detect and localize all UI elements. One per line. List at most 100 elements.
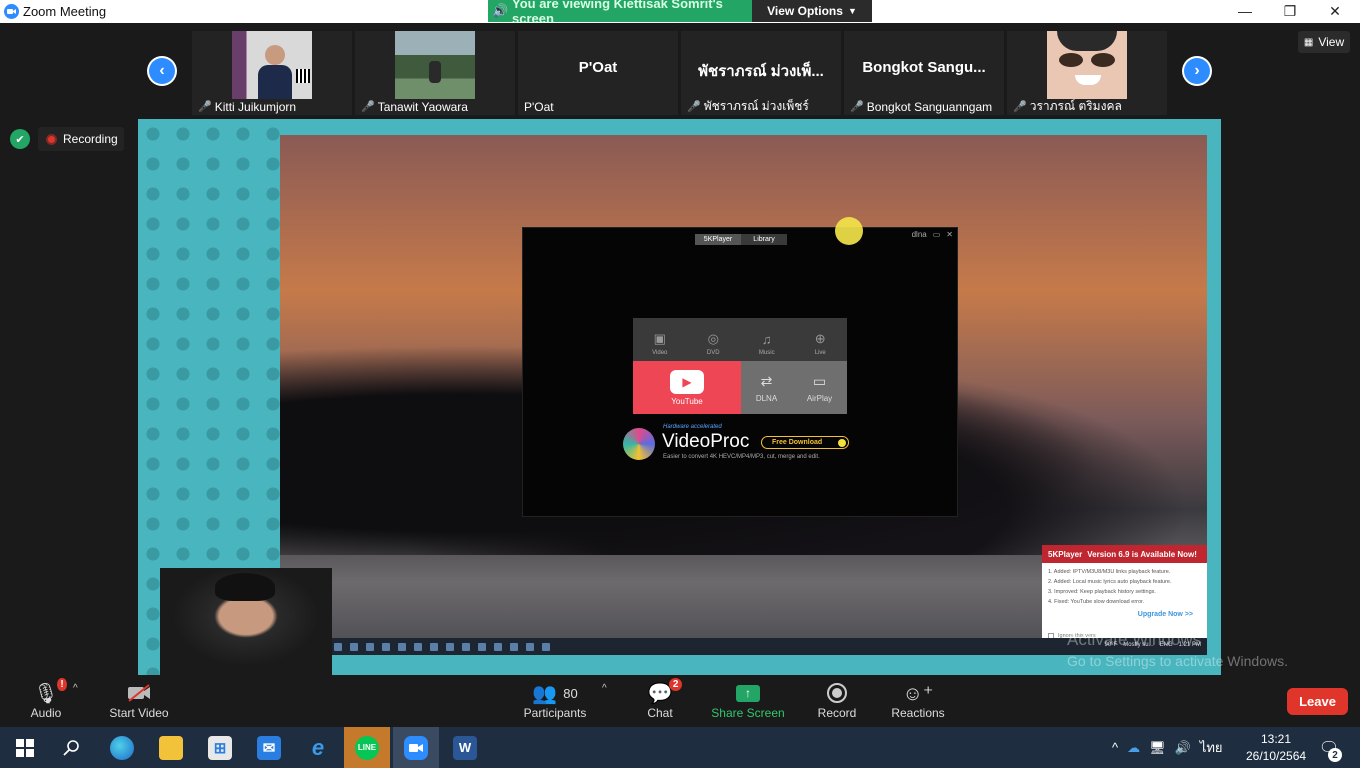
participant-photo [1047, 31, 1127, 99]
gallery-prev-button[interactable]: ‹ [147, 56, 177, 86]
dvd-icon: ◎ [707, 331, 719, 346]
action-center-button[interactable]: 🗨 2 [1314, 736, 1344, 762]
participant-gallery: 🎤 Kitti Juikumjorn 🎤 Tanawit Yaowara P'Oat… [192, 31, 1172, 115]
video-icon: ▣ [653, 331, 666, 346]
videoproc-ad: Hardware accelerated VideoProc Free Down… [623, 424, 863, 466]
input-language[interactable]: ไทย [1200, 737, 1223, 758]
window-title: Zoom Meeting [23, 4, 107, 19]
grid-icon: ▦ [1303, 36, 1314, 48]
view-button[interactable]: ▦ View [1298, 31, 1350, 53]
minimize-button[interactable]: — [1230, 2, 1260, 20]
viewing-banner: 🔊 You are viewing Kiettisak Somrit's scr… [488, 0, 872, 26]
chat-button[interactable]: 💬 2 Chat [640, 678, 683, 724]
zoom-app-icon [4, 4, 19, 19]
player-tabs: 5KPlayer Library [695, 234, 787, 245]
audio-button[interactable]: 🎙! Audio [26, 678, 67, 724]
share-screen-button[interactable]: ↑ Share Screen [710, 678, 786, 724]
mic-muted-icon: 🎤 [1013, 101, 1027, 113]
chevron-down-icon: ▼ [847, 6, 857, 16]
line-icon: LINE [355, 735, 379, 760]
windows-logo-icon [16, 738, 34, 757]
video-off-icon [126, 680, 152, 706]
reactions-button[interactable]: ☺⁺ Reactions [888, 678, 948, 724]
youtube-play-icon: ▶ [670, 369, 704, 394]
chevron-right-icon: › [1184, 58, 1210, 84]
tab-5kplayer: 5KPlayer [695, 234, 741, 245]
mic-muted-icon: 🎤 [850, 101, 864, 113]
emoji-plus-icon: ☺⁺ [902, 682, 934, 705]
taskbar-mail[interactable]: ✉ [246, 727, 292, 768]
meeting-toolbar: 🎙! Audio ^ Start Video 👥 80 Participants … [0, 675, 1360, 727]
word-icon: W [453, 735, 477, 760]
start-button[interactable] [2, 727, 48, 768]
taskbar-zoom[interactable] [393, 727, 439, 768]
audio-options-caret[interactable]: ^ [73, 683, 78, 694]
mic-muted-icon: 🎤 [198, 101, 212, 113]
record-dot-icon [46, 133, 57, 145]
participant-tile[interactable]: P'Oat P'Oat [518, 31, 678, 115]
taskbar-clock[interactable]: 13:21 26/10/2564 [1246, 731, 1306, 765]
taskbar-ie[interactable]: e [295, 727, 341, 768]
taskbar-edge[interactable] [99, 727, 145, 768]
start-video-button[interactable]: Start Video [106, 678, 172, 724]
recording-indicator[interactable]: Recording [38, 127, 124, 151]
taskbar-explorer[interactable] [148, 727, 194, 768]
mic-muted-icon: 🎤 [687, 101, 701, 113]
participant-tile[interactable]: 🎤 วราภรณ์ ตริมงคล [1007, 31, 1167, 115]
volume-icon[interactable]: 🔊 [1175, 740, 1191, 756]
dlna-icon: dlna [911, 230, 927, 239]
search-button[interactable] [49, 727, 95, 768]
taskbar-store[interactable]: ⊞ [197, 727, 243, 768]
participants-button[interactable]: 👥 80 Participants [520, 678, 590, 724]
youtube-tile: ▶ YouTube [633, 361, 741, 414]
mic-muted-icon: 🎤 [361, 101, 375, 113]
record-icon [826, 680, 848, 706]
title-bar: Zoom Meeting 🔊 You are viewing Kiettisak… [0, 0, 1360, 26]
participants-options-caret[interactable]: ^ [602, 683, 607, 694]
remote-desktop: 5KPlayer Library dlna ▭ ✕ ▣ Video ◎ DVD ♫ Mus… [280, 135, 1207, 655]
chevron-up-icon[interactable]: ^ [1112, 740, 1118, 755]
close-button[interactable]: ✕ [1320, 2, 1350, 20]
edge-icon [110, 735, 134, 760]
security-shield-icon[interactable]: ✔ [10, 129, 30, 149]
participant-tile[interactable]: Bongkot Sangu... 🎤 Bongkot Sanguanngam [844, 31, 1004, 115]
search-icon [63, 739, 79, 756]
player-window-controls: dlna ▭ ✕ [911, 230, 953, 239]
chat-icon: 💬 2 [648, 678, 683, 706]
windows-taskbar: ⊞ ✉ e LINE W ^ ☁ 🖥 🔊 ไทย 13:21 26/10/256… [0, 727, 1360, 768]
record-button[interactable]: Record [814, 678, 860, 724]
participant-tile[interactable]: พัชราภรณ์ ม่วงเพ็... 🎤 พัชราภรณ์ ม่วงเพ็ช… [681, 31, 841, 115]
participant-tile[interactable]: 🎤 Kitti Juikumjorn [192, 31, 352, 115]
maximize-button[interactable]: ❐ [1275, 2, 1305, 20]
music-icon: ♫ [761, 332, 772, 347]
leave-button[interactable]: Leave [1287, 688, 1348, 715]
dlna-airplay-tile: ⇄ DLNA ▭ AirPlay [741, 361, 847, 414]
chevron-left-icon: ‹ [149, 58, 175, 84]
taskbar-line[interactable]: LINE [344, 727, 390, 768]
cursor-highlight [835, 217, 863, 245]
participants-icon: 👥 80 [532, 682, 578, 705]
participant-photo [232, 31, 312, 99]
taskbar-word[interactable]: W [442, 727, 488, 768]
videoproc-logo-icon [623, 428, 655, 460]
meeting-area: ‹ 🎤 Kitti Juikumjorn 🎤 Tanawit Yaowara P'O… [0, 23, 1360, 675]
free-download-badge: Free Download [761, 436, 849, 449]
airplay-icon: ▭ [812, 372, 827, 389]
globe-icon: ⊕ [814, 331, 826, 346]
network-icon[interactable]: 🖥 [1149, 740, 1166, 756]
dlna-cast-icon: ⇄ [760, 372, 773, 389]
folder-icon [159, 735, 183, 760]
gallery-next-button[interactable]: › [1182, 56, 1212, 86]
activate-windows-watermark: Activate Windows Go to Settings to activ… [1067, 630, 1288, 669]
self-video [160, 568, 332, 675]
zoom-icon [404, 735, 428, 760]
view-options-button[interactable]: View Options ▼ [752, 0, 872, 22]
store-icon: ⊞ [208, 735, 232, 760]
notice-list: 1. Added: IPTV/M3U8/M3U links playback f… [1048, 569, 1172, 605]
microphone-icon: 🎙! [33, 678, 67, 706]
participant-photo [395, 31, 475, 99]
system-tray: ^ ☁ 🖥 🔊 ไทย [1112, 727, 1247, 768]
participant-tile[interactable]: 🎤 Tanawit Yaowara [355, 31, 515, 115]
onedrive-icon[interactable]: ☁ [1127, 740, 1140, 756]
player-menu: ▣ Video ◎ DVD ♫ Music ⊕ Live ▶ YouTube ⇄ DLNA… [633, 318, 847, 414]
